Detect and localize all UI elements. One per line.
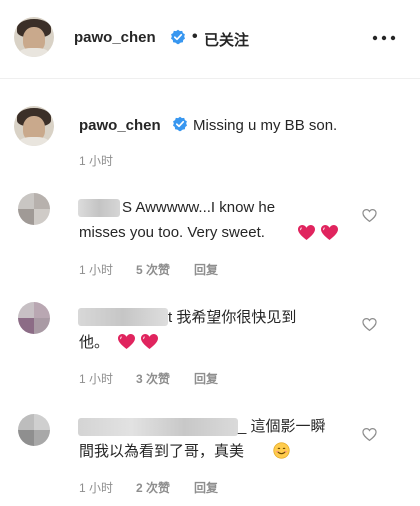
separator-dot: • — [192, 28, 198, 45]
comment-avatar[interactable] — [18, 193, 50, 225]
comment-time: 1 小时 — [79, 481, 114, 495]
comment-time: 1 小时 — [79, 372, 114, 386]
smiling-face-emoji-icon — [273, 442, 290, 459]
comment-text-line2: 間我以為看到了哥，真美 — [79, 443, 245, 460]
like-heart-icon[interactable] — [362, 208, 377, 223]
red-heart-emoji-icon — [298, 224, 315, 241]
verified-badge-icon — [171, 29, 185, 45]
comment-time: 1 小时 — [79, 263, 114, 277]
caption-text: Missing u my BB son. — [193, 117, 338, 134]
red-heart-emoji-icon — [321, 224, 338, 241]
like-heart-icon[interactable] — [362, 317, 377, 332]
comment-likes[interactable]: 3 次赞 — [136, 370, 170, 387]
comment-avatar[interactable] — [18, 302, 50, 334]
comment-text: S Awwwww...I know he — [122, 199, 276, 216]
comment-text: t 我希望你很快见到 — [168, 309, 297, 326]
caption-avatar[interactable] — [14, 106, 54, 146]
following-button[interactable]: 已关注 — [204, 29, 249, 50]
comment-likes[interactable]: 5 次赞 — [136, 261, 170, 278]
reply-button[interactable]: 回复 — [194, 370, 218, 387]
header-username[interactable]: pawo_chen — [74, 29, 156, 46]
comment-text-line2: 他。 — [79, 334, 110, 351]
red-heart-emoji-icon — [141, 333, 158, 350]
comment-likes[interactable]: 2 次赞 — [136, 479, 170, 496]
blurred-username — [78, 199, 120, 217]
comment-avatar[interactable] — [18, 414, 50, 446]
more-options-icon[interactable] — [372, 34, 396, 42]
avatar[interactable] — [14, 17, 54, 57]
caption-time: 1 小时 — [79, 154, 114, 168]
reply-button[interactable]: 回复 — [194, 261, 218, 278]
red-heart-emoji-icon — [118, 333, 135, 350]
like-heart-icon[interactable] — [362, 427, 377, 442]
blurred-username — [78, 418, 238, 436]
reply-button[interactable]: 回复 — [194, 479, 218, 496]
caption-username[interactable]: pawo_chen — [79, 117, 161, 134]
comment-text: _ 這個影一瞬 — [238, 418, 326, 435]
verified-badge-icon — [173, 116, 187, 132]
blurred-username — [78, 308, 168, 326]
post-header: pawo_chen • 已关注 — [0, 0, 420, 79]
